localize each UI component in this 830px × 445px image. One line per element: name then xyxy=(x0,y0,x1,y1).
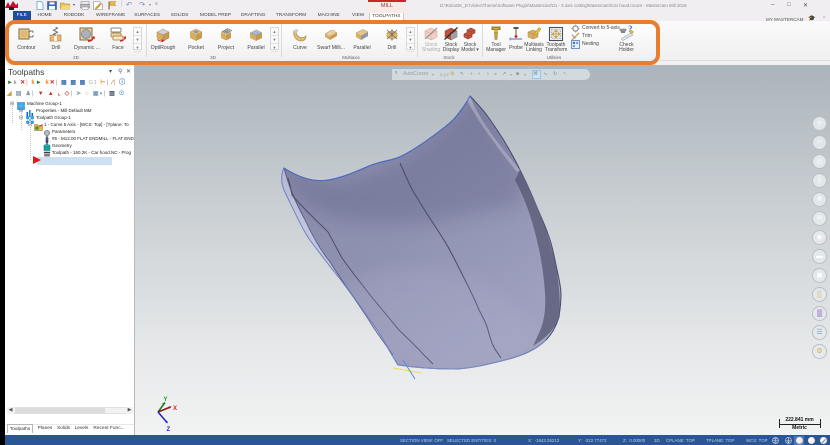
svg-text:Z: Z xyxy=(167,427,171,433)
svg-text:X: X xyxy=(173,406,177,412)
svg-text:Y: Y xyxy=(164,397,168,403)
